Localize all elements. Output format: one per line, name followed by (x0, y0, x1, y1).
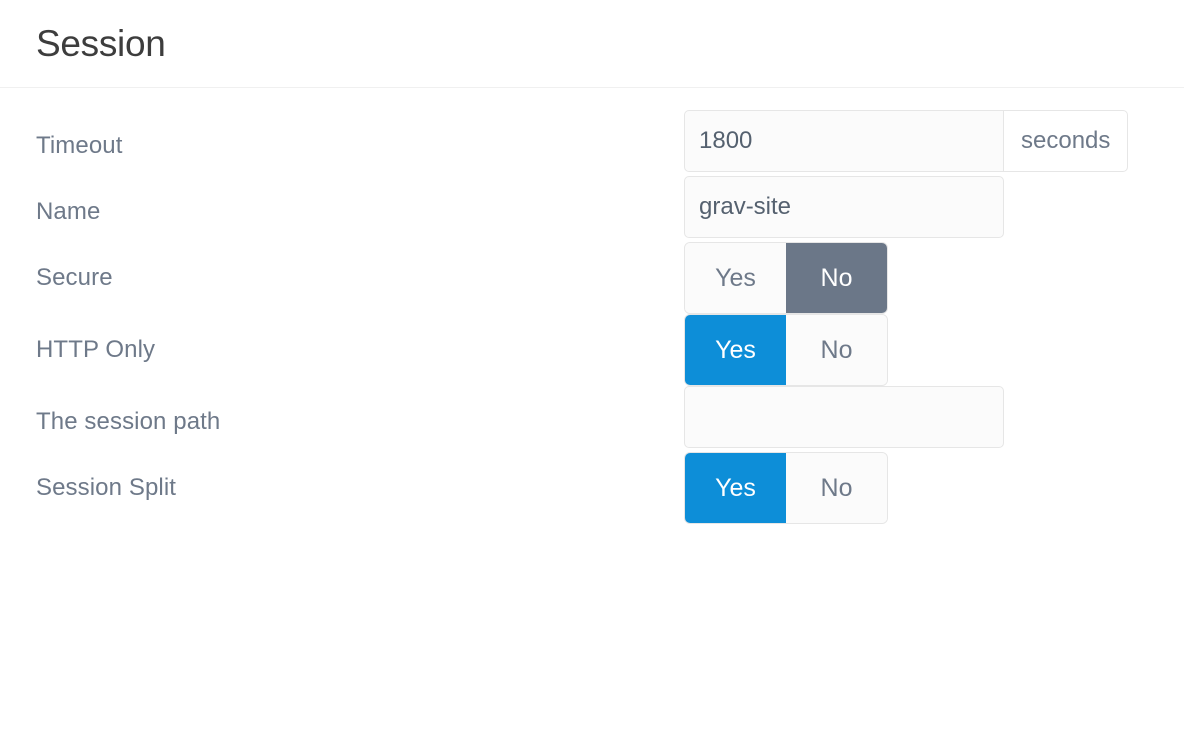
http-only-toggle-no[interactable]: No (786, 315, 887, 385)
session-split-toggle[interactable]: Yes No (684, 452, 888, 524)
http-only-toggle-yes[interactable]: Yes (685, 315, 786, 385)
form-row-timeout: Timeout seconds (0, 110, 1184, 176)
http-only-toggle[interactable]: Yes No (684, 314, 888, 386)
field-label-session-path: The session path (36, 408, 221, 435)
session-settings-page: Session Timeout seconds Name Secure (0, 0, 1184, 742)
secure-toggle[interactable]: Yes No (684, 242, 888, 314)
field-control-secure: Yes No (684, 242, 1184, 314)
secure-toggle-no[interactable]: No (786, 243, 887, 313)
field-label-http-only: HTTP Only (36, 336, 156, 363)
session-path-input-group (684, 386, 1004, 448)
secure-toggle-yes[interactable]: Yes (685, 243, 786, 313)
page-title: Session (36, 23, 166, 64)
field-label-session-split: Session Split (36, 474, 177, 501)
field-control-session-split: Yes No (684, 452, 1184, 524)
session-split-toggle-yes[interactable]: Yes (685, 453, 786, 523)
form-row-session-path: The session path (0, 386, 1184, 452)
form-row-http-only: HTTP Only Yes No (0, 314, 1184, 386)
field-control-http-only: Yes No (684, 314, 1184, 386)
name-input-group (684, 176, 1004, 238)
session-split-toggle-no[interactable]: No (786, 453, 887, 523)
field-control-timeout: seconds (684, 110, 1184, 172)
section-header: Session (0, 0, 1184, 88)
form-row-name: Name (0, 176, 1184, 242)
session-path-input[interactable] (684, 386, 1004, 448)
timeout-input[interactable] (684, 110, 1004, 172)
field-label-timeout: Timeout (36, 132, 123, 159)
field-control-session-path (684, 386, 1184, 448)
timeout-input-group: seconds (684, 110, 1129, 172)
timeout-unit-addon: seconds (1004, 110, 1129, 172)
field-label-secure: Secure (36, 264, 113, 291)
form-row-session-split: Session Split Yes No (0, 452, 1184, 524)
name-input[interactable] (684, 176, 1004, 238)
form-row-secure: Secure Yes No (0, 242, 1184, 314)
settings-form: Timeout seconds Name Secure Yes (0, 88, 1184, 524)
field-label-name: Name (36, 198, 101, 225)
field-control-name (684, 176, 1184, 238)
